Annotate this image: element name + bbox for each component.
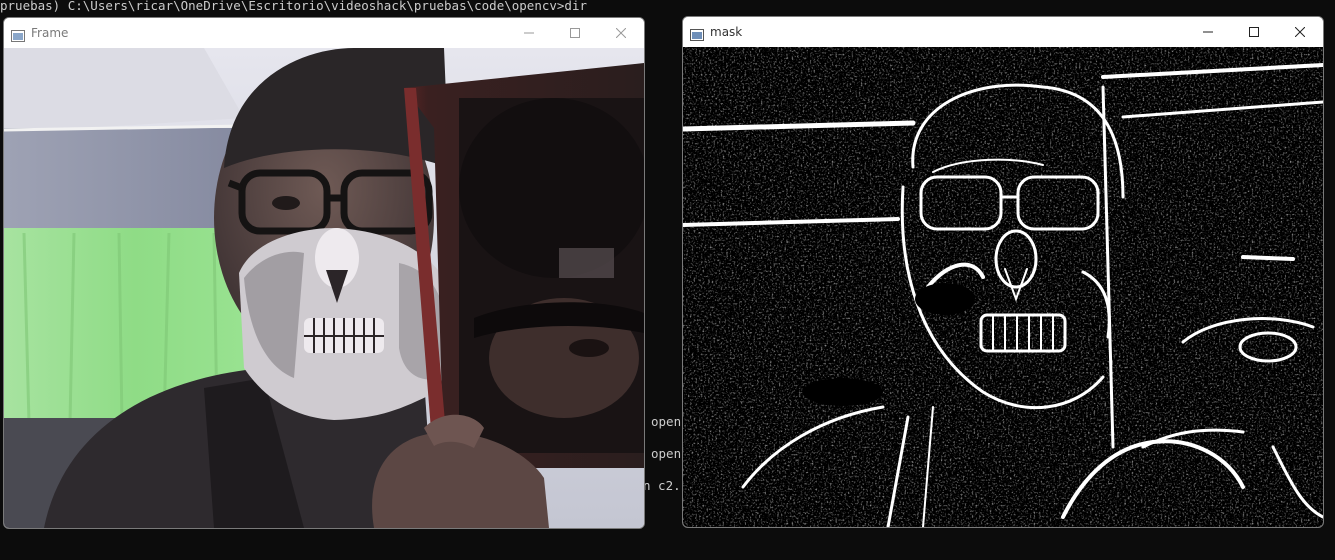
- edge-mask-image: [683, 47, 1323, 527]
- frame-window[interactable]: Frame: [3, 17, 645, 529]
- close-icon: [1295, 27, 1305, 37]
- window-app-icon: [11, 27, 25, 42]
- close-icon: [616, 28, 626, 38]
- maximize-button[interactable]: [552, 18, 598, 48]
- mask-window-title: mask: [710, 25, 743, 39]
- close-button[interactable]: [1277, 17, 1323, 47]
- mask-titlebar[interactable]: mask: [683, 17, 1323, 47]
- close-button[interactable]: [598, 18, 644, 48]
- maximize-icon: [570, 28, 580, 38]
- frame-titlebar[interactable]: Frame: [4, 18, 644, 48]
- minimize-button[interactable]: [1185, 17, 1231, 47]
- minimize-icon: [524, 32, 534, 34]
- terminal-fragment: n c2.: [643, 478, 681, 493]
- terminal-fragment: open: [651, 446, 682, 461]
- maximize-button[interactable]: [1231, 17, 1277, 47]
- minimize-button[interactable]: [506, 18, 552, 48]
- window-app-icon: [690, 26, 704, 41]
- mask-window[interactable]: mask: [682, 16, 1324, 528]
- terminal-prompt-line: pruebas) C:\Users\ricar\OneDrive\Escrito…: [0, 0, 587, 13]
- terminal-fragment: open: [651, 414, 682, 429]
- maximize-icon: [1249, 27, 1259, 37]
- webcam-frame-image: [4, 48, 644, 528]
- frame-window-title: Frame: [31, 26, 69, 40]
- minimize-icon: [1203, 31, 1213, 33]
